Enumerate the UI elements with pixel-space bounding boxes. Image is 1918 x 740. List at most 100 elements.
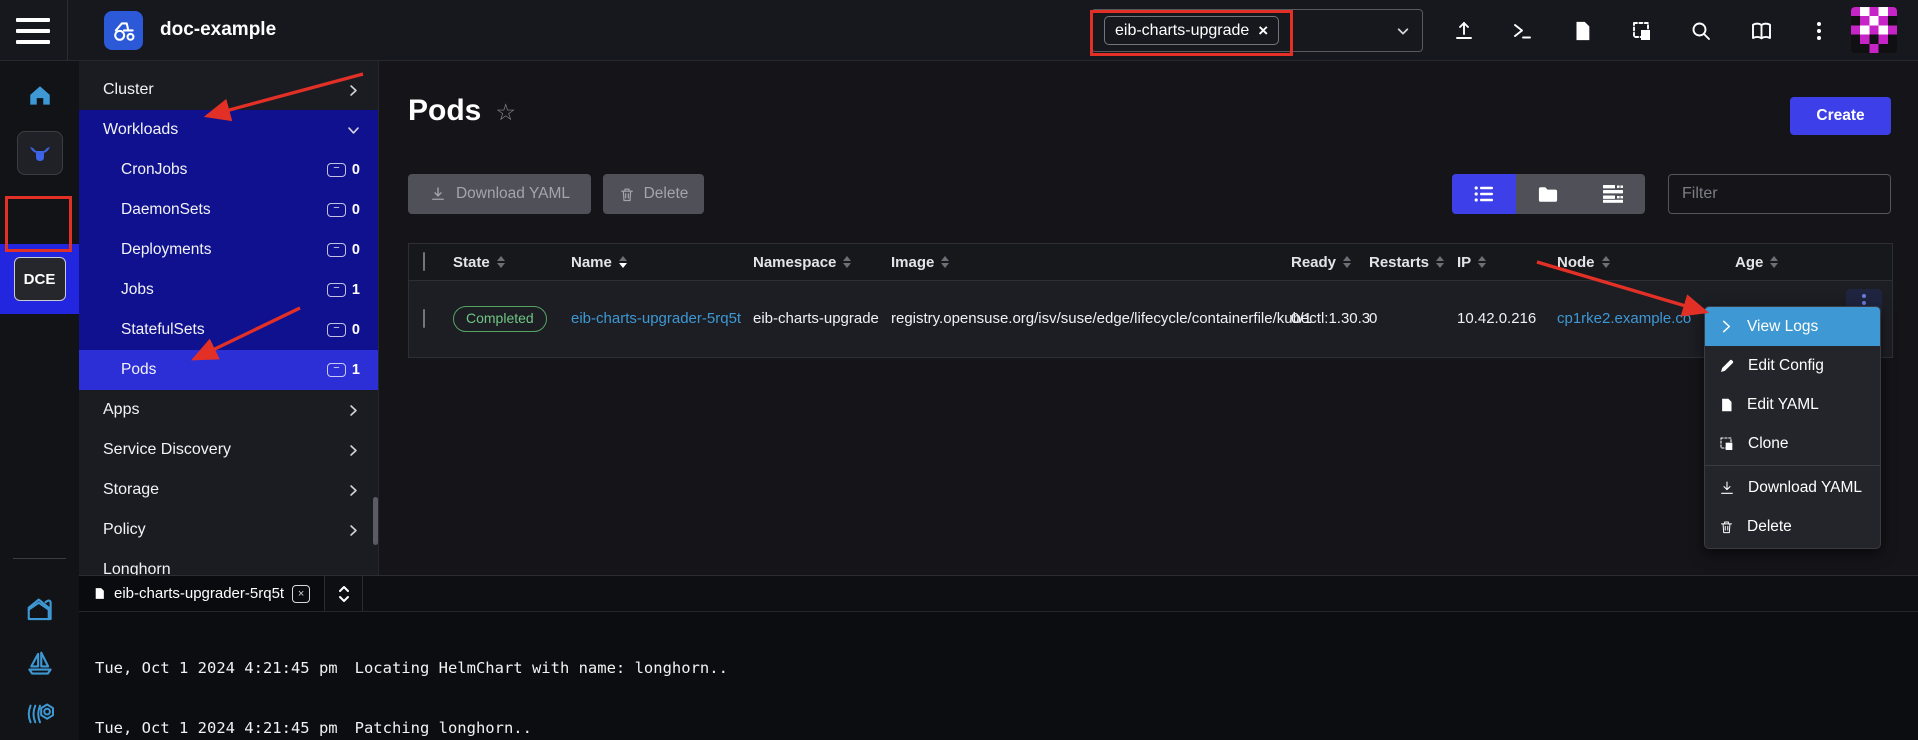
download-yaml-button[interactable]: Download YAML [408, 174, 591, 214]
sidebar-item-deployments[interactable]: Deployments 0 [79, 230, 378, 270]
log-tab[interactable]: eib-charts-upgrader-5rq5t × [79, 576, 325, 611]
column-header-namespace[interactable]: Namespace [753, 254, 891, 271]
view-mode-toggle [1452, 174, 1645, 214]
kubectl-shell-icon[interactable] [1509, 18, 1535, 44]
local-cluster-button[interactable] [0, 131, 79, 175]
column-header-restarts[interactable]: Restarts [1369, 254, 1457, 271]
identicon-image [1851, 7, 1897, 53]
fleet-button[interactable] [0, 647, 79, 677]
favorite-star-icon[interactable] [495, 94, 516, 128]
sidebar-item-cluster[interactable]: Cluster [79, 70, 378, 110]
file-icon[interactable] [1569, 18, 1595, 44]
app-title: doc-example [160, 19, 276, 41]
node-link[interactable]: cp1rke2.example.co [1557, 310, 1691, 327]
menu-item-download-yaml[interactable]: Download YAML [1705, 468, 1880, 507]
pod-name-link[interactable]: eib-charts-upgrader-5rq5t [571, 310, 741, 327]
column-header-age[interactable]: Age [1735, 254, 1892, 271]
count-badge-icon [327, 323, 346, 337]
row-checkbox[interactable] [423, 309, 425, 328]
log-panel-expander[interactable] [325, 576, 363, 611]
menu-item-view-logs[interactable]: View Logs [1705, 307, 1880, 346]
column-header-ip[interactable]: IP [1457, 254, 1557, 271]
tab-close-icon[interactable]: × [292, 585, 310, 603]
delete-button[interactable]: Delete [603, 174, 704, 214]
chevron-down-icon[interactable] [1396, 24, 1410, 38]
sidebar-item-jobs[interactable]: Jobs 1 [79, 270, 378, 310]
chevron-right-icon [1719, 319, 1734, 334]
sidebar-item-service-discovery[interactable]: Service Discovery [79, 430, 378, 470]
grouped-view-icon [1603, 185, 1623, 203]
dce-cluster-button[interactable]: DCE [0, 257, 79, 301]
sidebar-item-apps[interactable]: Apps [79, 390, 378, 430]
page-title: Pods [408, 94, 481, 128]
log-output[interactable]: Tue, Oct 1 2024 4:21:45 pmLocating HelmC… [79, 612, 1918, 740]
log-tab-label: eib-charts-upgrader-5rq5t [114, 585, 284, 602]
sort-carets-icon [619, 256, 627, 268]
sidebar-item-workloads[interactable]: Workloads [79, 110, 378, 150]
sort-carets-icon [941, 256, 949, 268]
chevron-right-icon [346, 483, 360, 497]
sidebar-item-longhorn[interactable]: Longhorn [79, 550, 378, 575]
download-icon [429, 185, 447, 203]
home-button[interactable] [0, 83, 79, 109]
menu-item-clone[interactable]: Clone [1705, 424, 1880, 463]
dce-cluster-badge: DCE [14, 257, 66, 301]
count-badge-icon [327, 363, 346, 377]
column-header-image[interactable]: Image [891, 254, 1291, 271]
count-badge-icon [327, 163, 346, 177]
create-button[interactable]: Create [1790, 97, 1891, 135]
column-header-state[interactable]: State [453, 254, 571, 271]
table-row[interactable]: Completed eib-charts-upgrader-5rq5t eib-… [409, 280, 1892, 357]
sidebar-item-pods[interactable]: Pods 1 [79, 350, 378, 390]
count-badge-icon [327, 203, 346, 217]
harvester-button[interactable] [0, 594, 79, 624]
user-avatar[interactable] [1851, 7, 1897, 53]
select-all-checkbox[interactable] [423, 252, 425, 271]
download-icon [1719, 480, 1735, 496]
row-context-menu: View Logs Edit Config Edit YAML Clone Do… [1704, 306, 1881, 549]
rancher-dashboard: doc-example eib-charts-upgrade × [0, 0, 1918, 740]
list-view-icon [1474, 185, 1494, 203]
header-divider [67, 0, 68, 61]
app-logo[interactable] [104, 11, 143, 50]
resource-search-box[interactable]: eib-charts-upgrade × [1091, 9, 1423, 52]
sidebar-item-policy[interactable]: Policy [79, 510, 378, 550]
sort-carets-icon [1770, 256, 1778, 268]
folder-view-button[interactable] [1516, 174, 1580, 214]
sidebar-item-statefulsets[interactable]: StatefulSets 0 [79, 310, 378, 350]
sidebar-item-storage[interactable]: Storage [79, 470, 378, 510]
cluster-rail: DCE [0, 61, 79, 740]
hamburger-menu-icon[interactable] [16, 18, 50, 44]
pencil-icon [1719, 358, 1735, 374]
chip-close-icon[interactable]: × [1258, 22, 1268, 39]
chevron-right-icon [346, 523, 360, 537]
column-header-ready[interactable]: Ready [1291, 254, 1369, 271]
sidebar-item-daemonsets[interactable]: DaemonSets 0 [79, 190, 378, 230]
sort-carets-icon [843, 256, 851, 268]
home-icon [26, 83, 54, 109]
list-view-button[interactable] [1452, 174, 1516, 214]
workloads-section: Workloads CronJobs 0 DaemonSets 0 Deploy… [79, 110, 378, 390]
menu-item-edit-yaml[interactable]: Edit YAML [1705, 385, 1880, 424]
kebab-menu-icon[interactable] [1806, 18, 1832, 44]
search-icon[interactable] [1688, 18, 1714, 44]
sidebar-item-cronjobs[interactable]: CronJobs 0 [79, 150, 378, 190]
log-tab-bar: eib-charts-upgrader-5rq5t × [79, 576, 1918, 612]
folder-icon [1538, 186, 1558, 203]
main-content: Pods Create Download YAML Delete [380, 61, 1918, 575]
extensions-button[interactable] [0, 701, 79, 727]
docs-book-icon[interactable] [1748, 18, 1774, 44]
search-filter-chip[interactable]: eib-charts-upgrade × [1104, 16, 1279, 45]
grouped-view-button[interactable] [1581, 174, 1645, 214]
sailboat-icon [24, 647, 56, 677]
column-header-name[interactable]: Name [571, 254, 753, 271]
sort-carets-icon [497, 256, 505, 268]
column-header-node[interactable]: Node [1557, 254, 1735, 271]
menu-item-delete[interactable]: Delete [1705, 507, 1880, 546]
filter-input[interactable] [1668, 174, 1891, 214]
trash-icon [1719, 519, 1734, 535]
sidebar-scrollbar[interactable] [373, 497, 378, 545]
snapshot-icon[interactable] [1629, 18, 1655, 44]
import-yaml-icon[interactable] [1451, 18, 1477, 44]
menu-item-edit-config[interactable]: Edit Config [1705, 346, 1880, 385]
